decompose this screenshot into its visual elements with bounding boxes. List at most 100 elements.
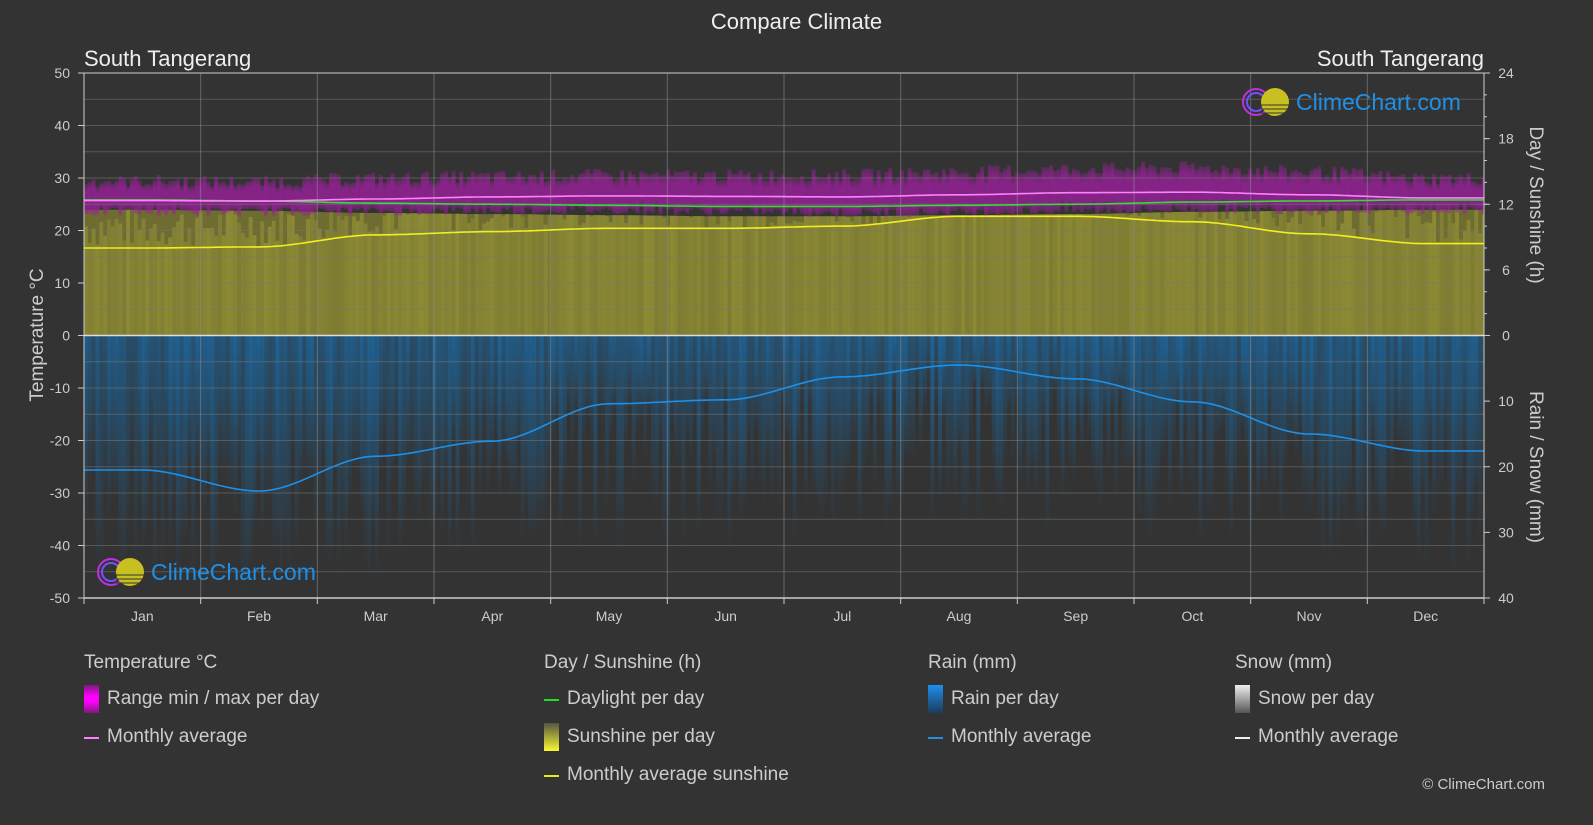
rain-bar — [386, 335, 391, 561]
rain-bar — [436, 335, 441, 480]
temp-range-bar — [264, 175, 268, 217]
temp-range-bar — [1397, 175, 1402, 211]
rain-bar — [505, 335, 510, 478]
rain-bar — [1279, 335, 1283, 537]
rain-bar — [853, 335, 858, 450]
rain-bar — [796, 335, 801, 453]
sunshine-bar — [470, 218, 475, 336]
left-tick-label: 10 — [54, 275, 70, 291]
temp-range-bar — [520, 176, 525, 215]
rain-bar — [175, 335, 180, 577]
rain-bar — [310, 335, 314, 487]
temp-range-bar — [325, 182, 330, 211]
right-tick-label-hours: 6 — [1502, 262, 1510, 278]
temp-range-bar — [183, 176, 188, 212]
sunshine-bar — [1443, 238, 1448, 336]
sunshine-bar — [95, 244, 100, 336]
temp-range-bar — [1259, 174, 1264, 208]
sunshine-bar — [290, 215, 295, 336]
sunshine-bar — [535, 214, 540, 336]
temp-range-bar — [206, 182, 211, 216]
sunshine-bar — [505, 214, 510, 336]
sunshine-bar — [275, 240, 280, 336]
left-tick-label: 40 — [54, 118, 70, 134]
rain-bar — [1110, 335, 1115, 413]
temp-range-bar — [241, 184, 245, 209]
rain-bar — [842, 335, 847, 491]
sunshine-bar — [788, 223, 793, 336]
temp-avg-swatch — [84, 737, 99, 739]
left-tick-label: 20 — [54, 223, 70, 239]
sunshine-bar — [1053, 214, 1057, 336]
rain-bar — [1432, 335, 1437, 516]
rain-bar — [834, 335, 839, 483]
sunshine-bar — [650, 215, 655, 336]
sunshine-bar — [183, 241, 188, 336]
rain-bar — [325, 335, 330, 564]
sunshine-bar — [1363, 210, 1368, 336]
legend-rain: Rain (mm) Rain per day Monthly average — [928, 652, 1091, 764]
rain-bar — [585, 335, 590, 425]
temp-range-bar — [1007, 165, 1011, 214]
rain-bar — [1282, 335, 1287, 472]
rain-bar — [1125, 335, 1130, 472]
temp-range-bar — [876, 170, 881, 216]
rain-bar — [938, 335, 942, 503]
temp-range-bar — [386, 177, 391, 212]
sunshine-bar — [1003, 214, 1008, 336]
sunshine-bar — [1382, 210, 1387, 336]
rain-bar — [662, 335, 667, 551]
sunshine-bar — [945, 215, 950, 336]
month-label: Dec — [1413, 608, 1438, 624]
sunshine-bar — [409, 213, 414, 336]
copyright[interactable]: © ClimeChart.com — [1422, 776, 1545, 793]
temp-range-bar — [1233, 167, 1237, 214]
sunshine-bar — [417, 213, 422, 336]
rain-bar — [302, 335, 307, 479]
sunshine-bar — [658, 215, 663, 336]
logo-text: ClimeChart.com — [1296, 88, 1461, 115]
sunshine-bar — [815, 216, 820, 336]
temp-range-bar — [279, 178, 284, 211]
sunshine-bar — [84, 226, 88, 336]
rain-bar — [214, 335, 219, 570]
temp-range-bar — [352, 182, 356, 210]
sunshine-bar — [543, 224, 548, 336]
sunshine-bar — [716, 224, 720, 336]
sunshine-bar — [585, 215, 590, 336]
rain-bar — [1336, 335, 1341, 551]
sunshine-bar — [558, 214, 563, 336]
temp-range-bar — [574, 179, 579, 207]
temp-range-bar — [493, 172, 498, 213]
sunshine-bar — [1478, 233, 1482, 336]
rain-bar — [647, 335, 651, 417]
temp-range-bar — [972, 177, 977, 217]
sunshine-bar — [1083, 214, 1088, 336]
rain-bar — [470, 335, 475, 556]
legend-rain-title: Rain (mm) — [928, 652, 1017, 673]
temp-range-bar — [773, 181, 778, 210]
rain-bar — [1087, 335, 1092, 438]
temp-range-bar — [1187, 165, 1191, 208]
sunshine-bar — [574, 215, 579, 336]
logo-top[interactable]: ClimeChart.com — [1240, 86, 1461, 118]
rain-bar — [1240, 335, 1245, 433]
sunshine-bar — [681, 215, 686, 336]
rain-bar — [1466, 335, 1471, 569]
rain-bar — [382, 335, 387, 447]
rain-bar — [1256, 335, 1260, 518]
sunshine-bar — [643, 215, 648, 336]
temp-range-bar — [294, 185, 299, 212]
logo-bottom[interactable]: ClimeChart.com — [95, 556, 316, 588]
temp-range-bar — [133, 175, 138, 214]
rain-bar — [497, 335, 502, 505]
rain-bar — [1459, 335, 1463, 503]
rain-bar — [264, 335, 268, 504]
rain-bar — [788, 335, 793, 475]
left-tick-label: -20 — [50, 433, 70, 449]
temp-range-bar — [1340, 167, 1345, 210]
rain-bar — [976, 335, 981, 520]
temp-range-bar — [168, 181, 173, 211]
temp-range-bar — [1317, 166, 1322, 214]
rain-bar — [195, 335, 199, 470]
